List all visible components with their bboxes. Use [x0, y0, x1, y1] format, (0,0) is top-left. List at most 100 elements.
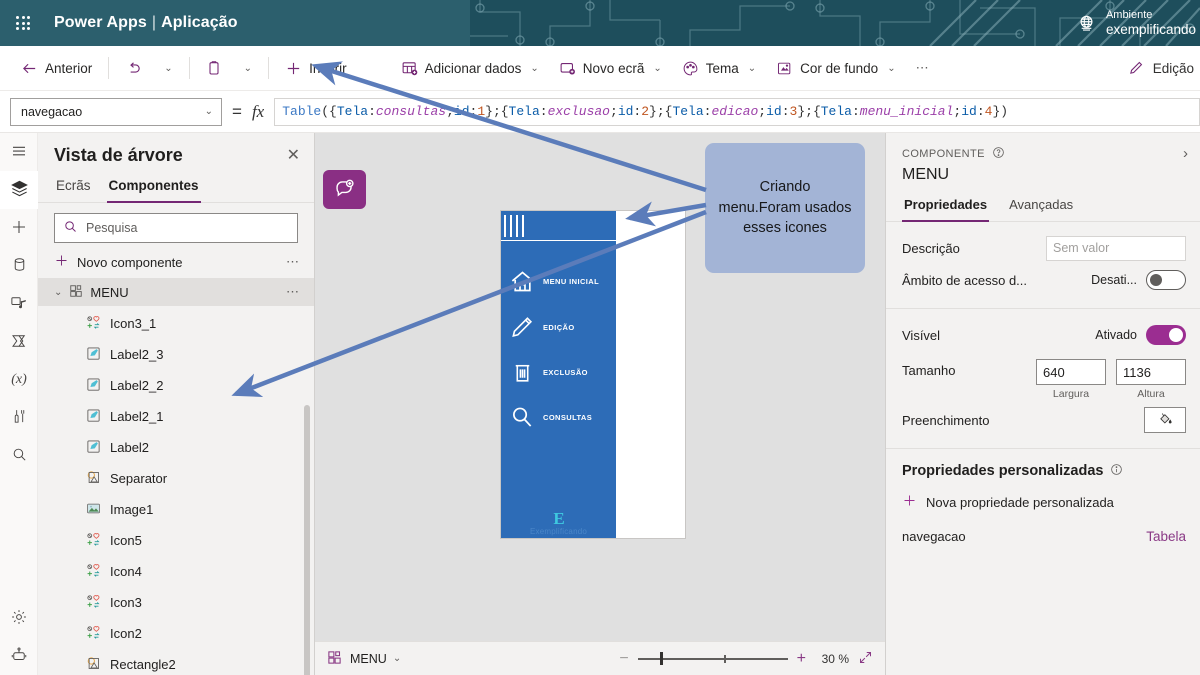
brand-title[interactable]: Power Apps | Aplicação	[54, 14, 238, 32]
tree-item[interactable]: Label2_1	[38, 401, 314, 432]
undo-dropdown[interactable]: ⌄	[153, 52, 181, 84]
zoom-in-button[interactable]: +	[797, 650, 806, 668]
menu-toggle-button[interactable]	[0, 133, 38, 171]
rail-item-power-automate[interactable]	[0, 323, 38, 361]
zoom-unit: %	[838, 651, 849, 666]
chevron-down-icon[interactable]: ⌄	[393, 653, 401, 664]
access-scope-toggle[interactable]	[1146, 270, 1186, 290]
more-icon[interactable]: ⋯	[286, 284, 300, 300]
collapse-panel-button[interactable]: ›	[1183, 145, 1188, 162]
insert-button[interactable]: Inserir	[276, 52, 356, 84]
tree-item[interactable]: Icon2	[38, 618, 314, 649]
description-field[interactable]: Sem valor	[1046, 235, 1186, 261]
property-selector-value: navegacao	[21, 104, 83, 119]
zoom-slider[interactable]	[637, 652, 788, 666]
formula-input[interactable]: Table({Tela: consultas; id:1};{Tela: exclus…	[274, 97, 1200, 126]
fit-screen-icon[interactable]	[858, 650, 873, 668]
rail-item-insert[interactable]	[0, 209, 38, 247]
plus-icon	[902, 493, 917, 511]
tree-item-label: Label2	[110, 440, 150, 455]
chevron-down-icon[interactable]: ⌄	[54, 287, 62, 298]
new-component-button[interactable]: Novo componente ⋯	[38, 249, 314, 275]
formula-token: 3	[789, 104, 798, 119]
menu-component-preview[interactable]: MENU INICIAL EDIÇÃO EXCLUSÃO CONSULTAS E…	[501, 211, 616, 538]
tab-componentes[interactable]: Componentes	[106, 174, 201, 203]
custom-property-type[interactable]: Tabela	[1146, 529, 1186, 544]
theme-button[interactable]: Tema ⌄	[673, 52, 765, 84]
tree-item[interactable]: Rectangle2	[38, 649, 314, 675]
close-icon[interactable]: ✕	[287, 147, 300, 164]
menu-entry-queries[interactable]: CONSULTAS	[501, 399, 616, 435]
watermark: E Exemplificando	[501, 509, 616, 536]
rail-item-app-checker[interactable]	[0, 399, 38, 437]
hamburger-icon[interactable]	[504, 215, 534, 237]
zoom-thumb[interactable]	[659, 652, 663, 665]
paste-button[interactable]	[197, 52, 231, 84]
access-scope-state: Desati...	[1091, 273, 1137, 287]
property-selector[interactable]: navegacao ⌄	[10, 97, 222, 126]
tree-group-menu[interactable]: ⌄ MENU ⋯	[38, 278, 314, 306]
tree-item[interactable]: Separator	[38, 463, 314, 494]
properties-tabs: Propriedades Avançadas	[886, 194, 1200, 222]
tab-avancadas[interactable]: Avançadas	[1007, 194, 1075, 221]
formula-token: };{	[649, 104, 673, 119]
zoom-number: 30	[821, 651, 835, 666]
rail-item-data[interactable]	[0, 247, 38, 285]
left-icon-rail: (x)	[0, 133, 38, 675]
background-color-button[interactable]: Cor de fundo ⌄	[767, 52, 904, 84]
back-button[interactable]: Anterior	[12, 52, 101, 84]
chevron-down-icon: ⌄	[887, 62, 896, 74]
formula-token: id	[617, 104, 634, 119]
tree-item[interactable]: Icon5	[38, 525, 314, 556]
formula-token: ;	[953, 104, 962, 119]
rail-item-search[interactable]	[0, 437, 38, 475]
rail-item-tree-view[interactable]	[0, 171, 38, 209]
tree-item[interactable]: Label2	[38, 432, 314, 463]
new-custom-property-button[interactable]: Nova propriedade personalizada	[902, 493, 1186, 511]
plus-icon	[285, 60, 302, 77]
visible-toggle[interactable]	[1146, 325, 1186, 345]
more-icon[interactable]: ⋯	[286, 254, 300, 270]
menu-entry-delete[interactable]: EXCLUSÃO	[501, 354, 616, 390]
chat-add-button[interactable]	[323, 170, 366, 209]
add-data-button[interactable]: Adicionar dados ⌄	[392, 52, 548, 84]
help-icon[interactable]	[992, 146, 1005, 162]
menu-entry-home[interactable]: MENU INICIAL	[501, 263, 616, 299]
formula-token: Tela	[820, 104, 852, 119]
custom-property-row[interactable]: navegacao Tabela	[902, 529, 1186, 544]
tree-item[interactable]: Icon3	[38, 587, 314, 618]
zoom-out-button[interactable]: −	[619, 650, 628, 668]
rail-item-settings[interactable]	[0, 599, 38, 637]
search-input[interactable]: Pesquisa	[54, 213, 298, 243]
new-custom-property-label: Nova propriedade personalizada	[926, 494, 1114, 510]
size-label: Tamanho	[902, 363, 956, 378]
row-fill: Preenchimento	[902, 404, 1186, 436]
paste-dropdown[interactable]: ⌄	[233, 52, 261, 84]
tab-ecras[interactable]: Ecrãs	[54, 174, 93, 202]
new-screen-button[interactable]: Novo ecrã ⌄	[550, 52, 671, 84]
formula-token: :	[633, 104, 642, 119]
edit-mode-indicator[interactable]: Edição	[1128, 46, 1194, 91]
tree-scrollbar[interactable]	[304, 405, 310, 675]
menu-entry-edit[interactable]: EDIÇÃO	[501, 309, 616, 345]
info-icon[interactable]	[1110, 463, 1123, 479]
rail-item-variables[interactable]: (x)	[0, 361, 38, 399]
environment-picker[interactable]: Ambiente exemplificando	[1076, 0, 1200, 46]
tree-item[interactable]: Icon3_1	[38, 308, 314, 339]
app-launcher-button[interactable]	[0, 0, 46, 46]
tab-propriedades[interactable]: Propriedades	[902, 194, 990, 222]
width-input[interactable]: 640	[1036, 359, 1106, 385]
rail-item-copilot[interactable]	[0, 637, 38, 675]
tree-item[interactable]: Image1	[38, 494, 314, 525]
rail-item-media[interactable]	[0, 285, 38, 323]
app-preview-frame[interactable]: MENU INICIAL EDIÇÃO EXCLUSÃO CONSULTAS E…	[501, 211, 685, 538]
height-col: 1136 Altura	[1116, 359, 1186, 400]
tree-item[interactable]: Icon4	[38, 556, 314, 587]
undo-button[interactable]	[116, 52, 151, 84]
overflow-button[interactable]: ⋯	[907, 52, 939, 84]
height-input[interactable]: 1136	[1116, 359, 1186, 385]
tree-item[interactable]: Label2_2	[38, 370, 314, 401]
search-placeholder: Pesquisa	[86, 221, 138, 235]
fill-color-button[interactable]	[1144, 407, 1186, 433]
tree-item[interactable]: Label2_3	[38, 339, 314, 370]
